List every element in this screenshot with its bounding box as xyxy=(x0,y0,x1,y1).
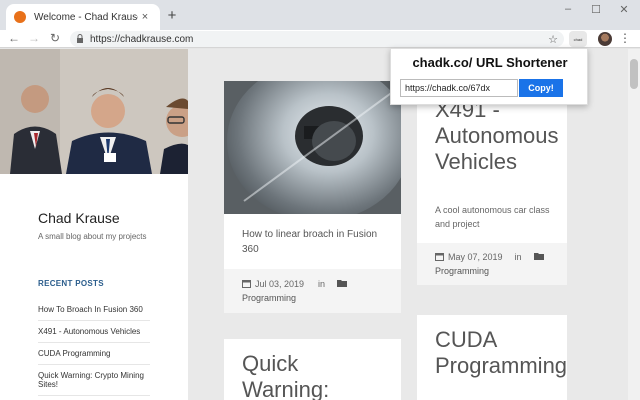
folder-icon xyxy=(533,252,544,262)
bookmark-star-icon[interactable]: ☆ xyxy=(548,33,558,46)
post-card[interactable]: CUDA Programming xyxy=(417,315,567,400)
post-title[interactable]: CUDA Programming xyxy=(435,327,567,379)
browser-toolbar: ← → ↻ https://chadkrause.com ☆ chad ⋮ xyxy=(0,30,640,48)
address-bar[interactable]: https://chadkrause.com ☆ xyxy=(70,31,564,47)
post-date: Jul 03, 2019 xyxy=(255,279,305,289)
post-meta: Jul 03, 2019 in Programming xyxy=(224,269,401,313)
minimize-button[interactable]: – xyxy=(556,3,580,15)
profile-avatar[interactable] xyxy=(598,32,612,46)
post-date: May 07, 2019 xyxy=(448,252,503,262)
maximize-button[interactable]: ☐ xyxy=(584,3,608,16)
tab-strip: Welcome - Chad Krause × + – ☐ ✕ xyxy=(0,0,640,30)
post-excerpt: A cool autonomous car class and project xyxy=(435,205,550,229)
calendar-icon xyxy=(435,252,444,263)
sidebar: Chad Krause A small blog about my projec… xyxy=(0,49,188,400)
lock-icon xyxy=(76,33,84,45)
post-title[interactable]: Quick Warning: xyxy=(242,351,329,400)
url-text[interactable]: https://chadkrause.com xyxy=(90,34,548,45)
post-title[interactable]: X491 - Autonomous Vehicles xyxy=(435,97,559,175)
short-url-input[interactable] xyxy=(400,79,518,97)
url-shortener-popup: chadk.co/ URL Shortener Copy! xyxy=(390,48,588,105)
folder-icon xyxy=(337,279,348,289)
browser-tab[interactable]: Welcome - Chad Krause × xyxy=(6,4,160,30)
recent-post-link[interactable]: Quick Warning: Crypto Mining Sites! xyxy=(38,365,150,396)
extension-label: chad xyxy=(573,36,583,42)
menu-icon[interactable]: ⋮ xyxy=(619,31,631,45)
site-title[interactable]: Chad Krause xyxy=(38,210,120,226)
recent-posts-heading: RECENT POSTS xyxy=(38,279,104,288)
close-window-button[interactable]: ✕ xyxy=(612,3,636,16)
scrollbar-thumb[interactable] xyxy=(630,59,638,89)
post-in-label: in xyxy=(318,279,326,289)
tab-close-icon[interactable]: × xyxy=(138,11,152,23)
recent-posts-list: How To Broach In Fusion 360 X491 - Auton… xyxy=(38,299,150,396)
post-in-label: in xyxy=(514,252,522,262)
post-card[interactable]: How to linear broach in Fusion 360 Jul 0… xyxy=(224,81,401,313)
forward-button[interactable]: → xyxy=(26,31,42,45)
post-title[interactable]: How to linear broach in Fusion 360 xyxy=(242,227,390,257)
reload-button[interactable]: ↻ xyxy=(47,31,63,45)
post-thumbnail[interactable] xyxy=(224,81,401,214)
post-category[interactable]: Programming xyxy=(435,264,549,278)
recent-post-link[interactable]: CUDA Programming xyxy=(38,343,150,365)
post-card[interactable]: X491 - Autonomous Vehicles A cool autono… xyxy=(417,81,567,285)
post-category[interactable]: Programming xyxy=(242,291,383,305)
back-button[interactable]: ← xyxy=(6,31,22,45)
tab-title: Welcome - Chad Krause xyxy=(34,11,138,23)
calendar-icon xyxy=(242,279,251,290)
recent-post-link[interactable]: X491 - Autonomous Vehicles xyxy=(38,321,150,343)
favicon-icon xyxy=(14,11,26,23)
new-tab-button[interactable]: + xyxy=(164,7,180,24)
url-shortener-extension-button[interactable]: chad xyxy=(569,31,587,47)
header-photo xyxy=(0,49,188,174)
popup-title: chadk.co/ URL Shortener xyxy=(412,55,568,70)
site-tagline: A small blog about my projects xyxy=(38,232,147,241)
scrollbar[interactable] xyxy=(628,49,640,400)
post-meta: May 07, 2019 in Programming xyxy=(417,243,567,285)
recent-post-link[interactable]: How To Broach In Fusion 360 xyxy=(38,299,150,321)
post-card[interactable]: Quick Warning: xyxy=(224,339,401,400)
copy-button[interactable]: Copy! xyxy=(519,79,563,97)
